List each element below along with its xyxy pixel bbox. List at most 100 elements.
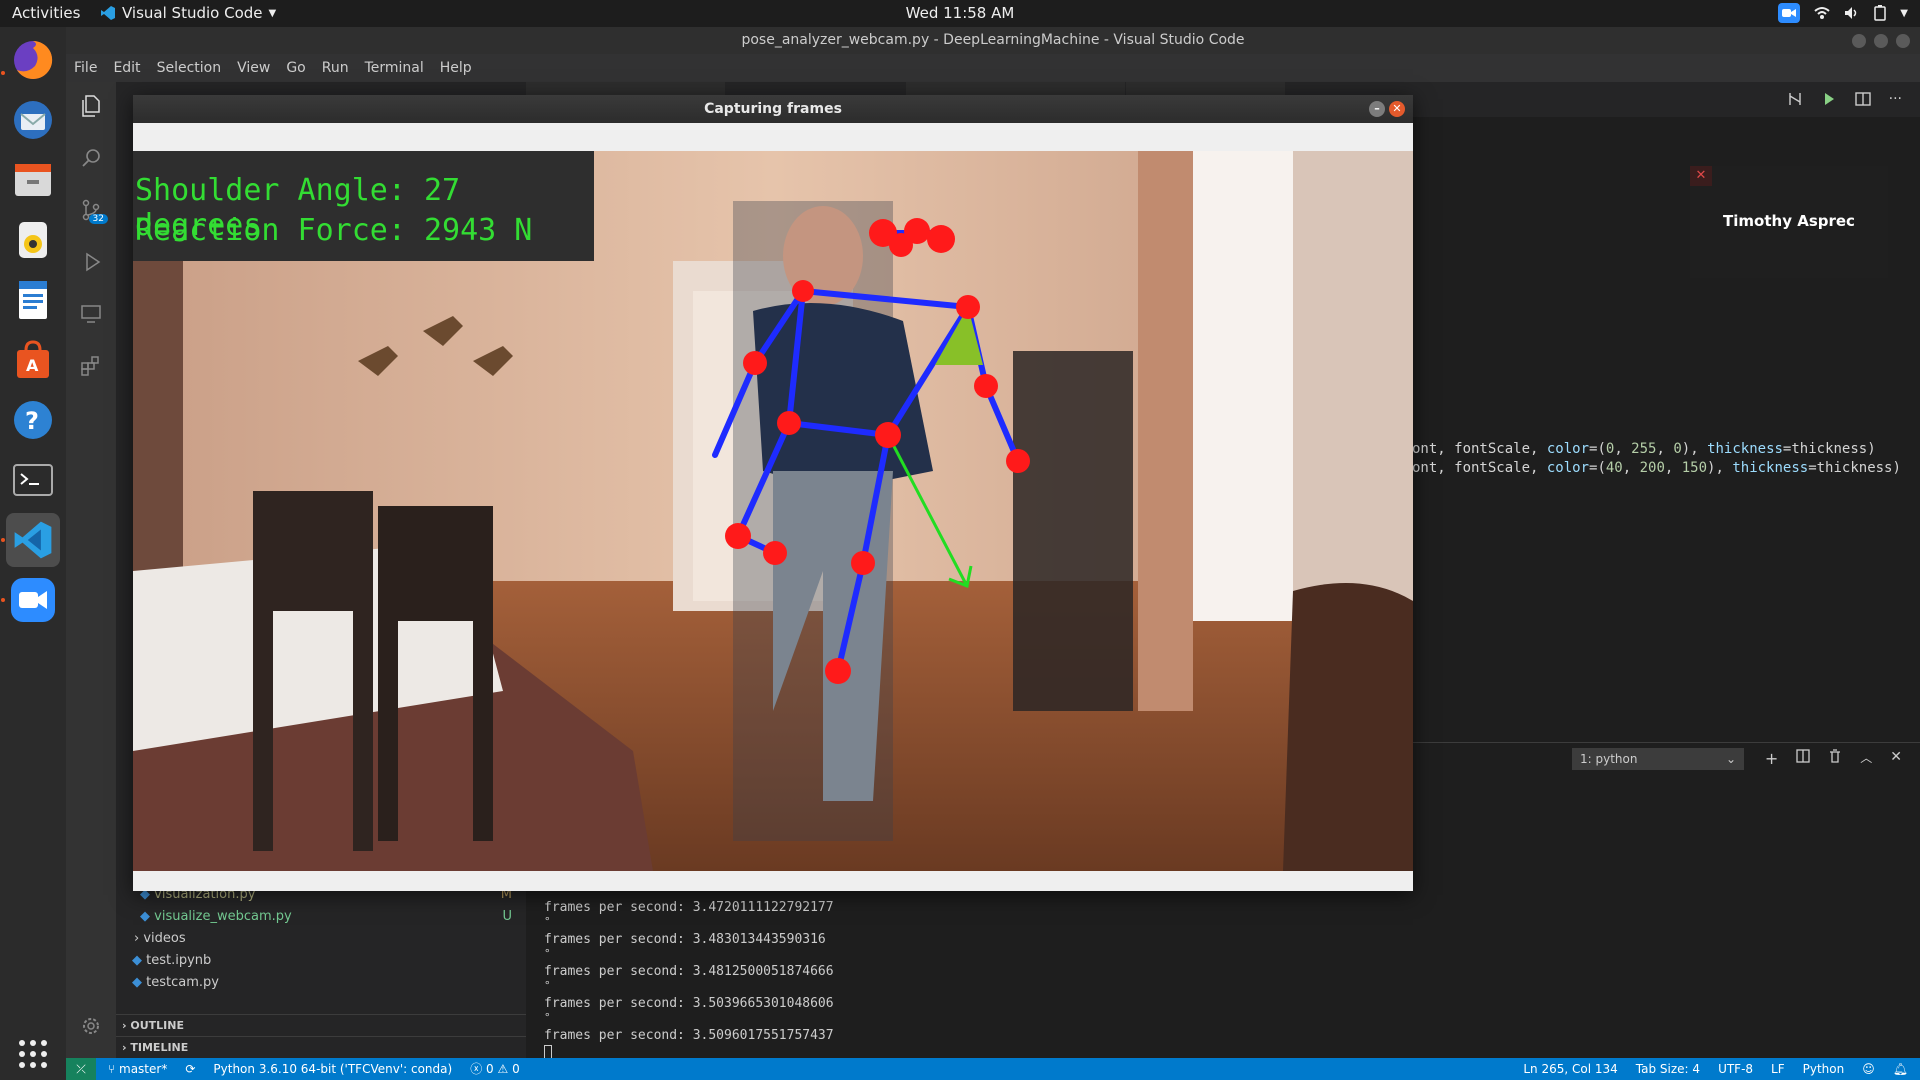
- extensions-tab[interactable]: [66, 342, 116, 390]
- dock-firefox[interactable]: [6, 33, 60, 87]
- close-panel-icon[interactable]: ✕: [1890, 749, 1902, 768]
- menu-selection[interactable]: Selection: [157, 60, 222, 76]
- dock-vscode[interactable]: [6, 513, 60, 567]
- run-icon[interactable]: [1821, 91, 1837, 107]
- system-tray[interactable]: ▼: [1778, 3, 1908, 23]
- close-button[interactable]: [1896, 34, 1910, 48]
- dock-libreoffice-writer[interactable]: [6, 273, 60, 327]
- capture-window[interactable]: Capturing frames – ✕ Shoulder Angle: 27 …: [133, 95, 1413, 891]
- file-item[interactable]: ◆ testcam.py: [116, 972, 526, 994]
- problems-indicator[interactable]: ⓧ 0 ⚠ 0: [470, 1058, 520, 1080]
- wifi-icon[interactable]: [1814, 6, 1830, 20]
- menu-file[interactable]: File: [74, 60, 97, 76]
- zoom-tray-icon[interactable]: [1778, 3, 1801, 23]
- split-terminal-icon[interactable]: [1796, 749, 1810, 763]
- source-control-tab[interactable]: 32: [66, 186, 116, 234]
- branch-indicator[interactable]: ⑂ master*: [108, 1058, 167, 1080]
- maximize-button[interactable]: [1874, 34, 1888, 48]
- folder-item[interactable]: › videos: [116, 928, 526, 950]
- terminal-line: frames per second: 3.483013443590316: [544, 932, 826, 947]
- encoding[interactable]: UTF-8: [1718, 1058, 1753, 1080]
- more-actions-icon[interactable]: ···: [1889, 91, 1902, 107]
- new-terminal-icon[interactable]: +: [1765, 749, 1778, 768]
- firefox-icon: [14, 40, 53, 79]
- terminal-degree: °: [544, 979, 551, 992]
- thunderbird-icon: [14, 101, 52, 139]
- software-bag-icon: A: [17, 340, 49, 378]
- remote-explorer-tab[interactable]: [66, 290, 116, 338]
- extensions-icon: [81, 356, 99, 376]
- split-editor-icon[interactable]: [1854, 91, 1871, 107]
- file-item[interactable]: ◆ test.ipynb: [116, 950, 526, 972]
- window-title: pose_analyzer_webcam.py - DeepLearningMa…: [741, 32, 1245, 48]
- feedback-icon[interactable]: ☺: [1862, 1058, 1875, 1080]
- dock: A ?: [0, 27, 66, 1080]
- shelf: [1013, 351, 1133, 711]
- battery-icon[interactable]: [1874, 5, 1887, 21]
- capture-window-title: Capturing frames – ✕: [133, 95, 1413, 123]
- timeline-label: TIMELINE: [130, 1041, 189, 1054]
- minimize-button[interactable]: –: [1369, 101, 1385, 117]
- chevron-down-icon[interactable]: ▼: [1900, 8, 1908, 19]
- code-line[interactable]: ont, fontScale, color=(40, 200, 150), th…: [1412, 460, 1901, 476]
- dock-help[interactable]: ?: [6, 393, 60, 447]
- cursor-position[interactable]: Ln 265, Col 134: [1523, 1058, 1617, 1080]
- files-icon: [82, 95, 100, 117]
- timeline-section[interactable]: › TIMELINE: [116, 1036, 526, 1058]
- outline-section[interactable]: › OUTLINE: [116, 1014, 526, 1036]
- dock-terminal[interactable]: [6, 453, 60, 507]
- search-tab[interactable]: [66, 134, 116, 182]
- python-file-icon: ◆: [132, 975, 142, 990]
- dock-files[interactable]: [6, 153, 60, 207]
- maximize-panel-icon[interactable]: ︿: [1860, 749, 1872, 768]
- bell-icon[interactable]: 🔔︎: [1893, 1058, 1908, 1080]
- dock-thunderbird[interactable]: [6, 93, 60, 147]
- sync-icon[interactable]: ⟳: [185, 1058, 195, 1080]
- terminal-icon: [13, 464, 53, 496]
- close-button[interactable]: ✕: [1389, 101, 1405, 117]
- trash-icon[interactable]: [1828, 749, 1842, 763]
- menu-view[interactable]: View: [237, 60, 270, 76]
- terminal-line: frames per second: 3.5039665301048606: [544, 996, 834, 1011]
- explorer-tab[interactable]: [66, 82, 116, 130]
- svg-text:?: ?: [25, 407, 39, 435]
- menu-run[interactable]: Run: [322, 60, 349, 76]
- status-bar: ⤫ ⑂ master* ⟳ Python 3.6.10 64-bit ('TFC…: [66, 1058, 1920, 1080]
- menu-terminal[interactable]: Terminal: [365, 60, 424, 76]
- menu-edit[interactable]: Edit: [113, 60, 140, 76]
- chevron-right-icon: ›: [122, 1041, 127, 1054]
- participant-name: Timothy Asprec: [1723, 212, 1855, 230]
- file-name: testcam.py: [146, 975, 219, 990]
- dock-zoom[interactable]: [6, 573, 60, 627]
- manage-tab[interactable]: [66, 1002, 116, 1050]
- run-debug-tab[interactable]: [66, 238, 116, 286]
- menu-go[interactable]: Go: [286, 60, 305, 76]
- terminal-degree: °: [544, 915, 551, 928]
- dock-software-center[interactable]: A: [6, 333, 60, 387]
- language-mode[interactable]: Python: [1803, 1058, 1845, 1080]
- compare-icon[interactable]: [1787, 91, 1803, 107]
- remote-indicator[interactable]: ⤫: [66, 1058, 96, 1080]
- file-item[interactable]: ◆ visualize_webcam.py U: [116, 906, 526, 928]
- file-name: visualize_webcam.py: [154, 909, 292, 924]
- activity-bar: 32: [66, 82, 116, 1058]
- app-grid-icon: [19, 1040, 47, 1068]
- minimize-button[interactable]: [1852, 34, 1866, 48]
- clock[interactable]: Wed 11:58 AM: [0, 4, 1920, 22]
- reaction-force-text: Reaction Force: 2943 N: [135, 213, 533, 248]
- running-indicator: [1, 71, 5, 75]
- volume-icon[interactable]: [1844, 6, 1860, 20]
- tab-size[interactable]: Tab Size: 4: [1636, 1058, 1700, 1080]
- webcam-frame[interactable]: Shoulder Angle: 27 degrees Reaction Forc…: [133, 151, 1413, 871]
- dock-rhythmbox[interactable]: [6, 213, 60, 267]
- show-applications-button[interactable]: [6, 1027, 60, 1080]
- zoom-icon: [11, 578, 55, 622]
- zoom-video-tile[interactable]: ✕ Timothy Asprec: [1690, 166, 1888, 278]
- code-line[interactable]: ont, fontScale, color=(0, 255, 0), thick…: [1412, 441, 1876, 457]
- chevron-down-icon: ⌄: [1725, 752, 1736, 766]
- menu-help[interactable]: Help: [440, 60, 472, 76]
- python-interpreter[interactable]: Python 3.6.10 64-bit ('TFCVenv': conda): [213, 1058, 452, 1080]
- end-of-line[interactable]: LF: [1771, 1058, 1785, 1080]
- terminal-selector[interactable]: 1: python ⌄: [1572, 748, 1744, 770]
- muted-mic-icon: ✕: [1690, 166, 1712, 186]
